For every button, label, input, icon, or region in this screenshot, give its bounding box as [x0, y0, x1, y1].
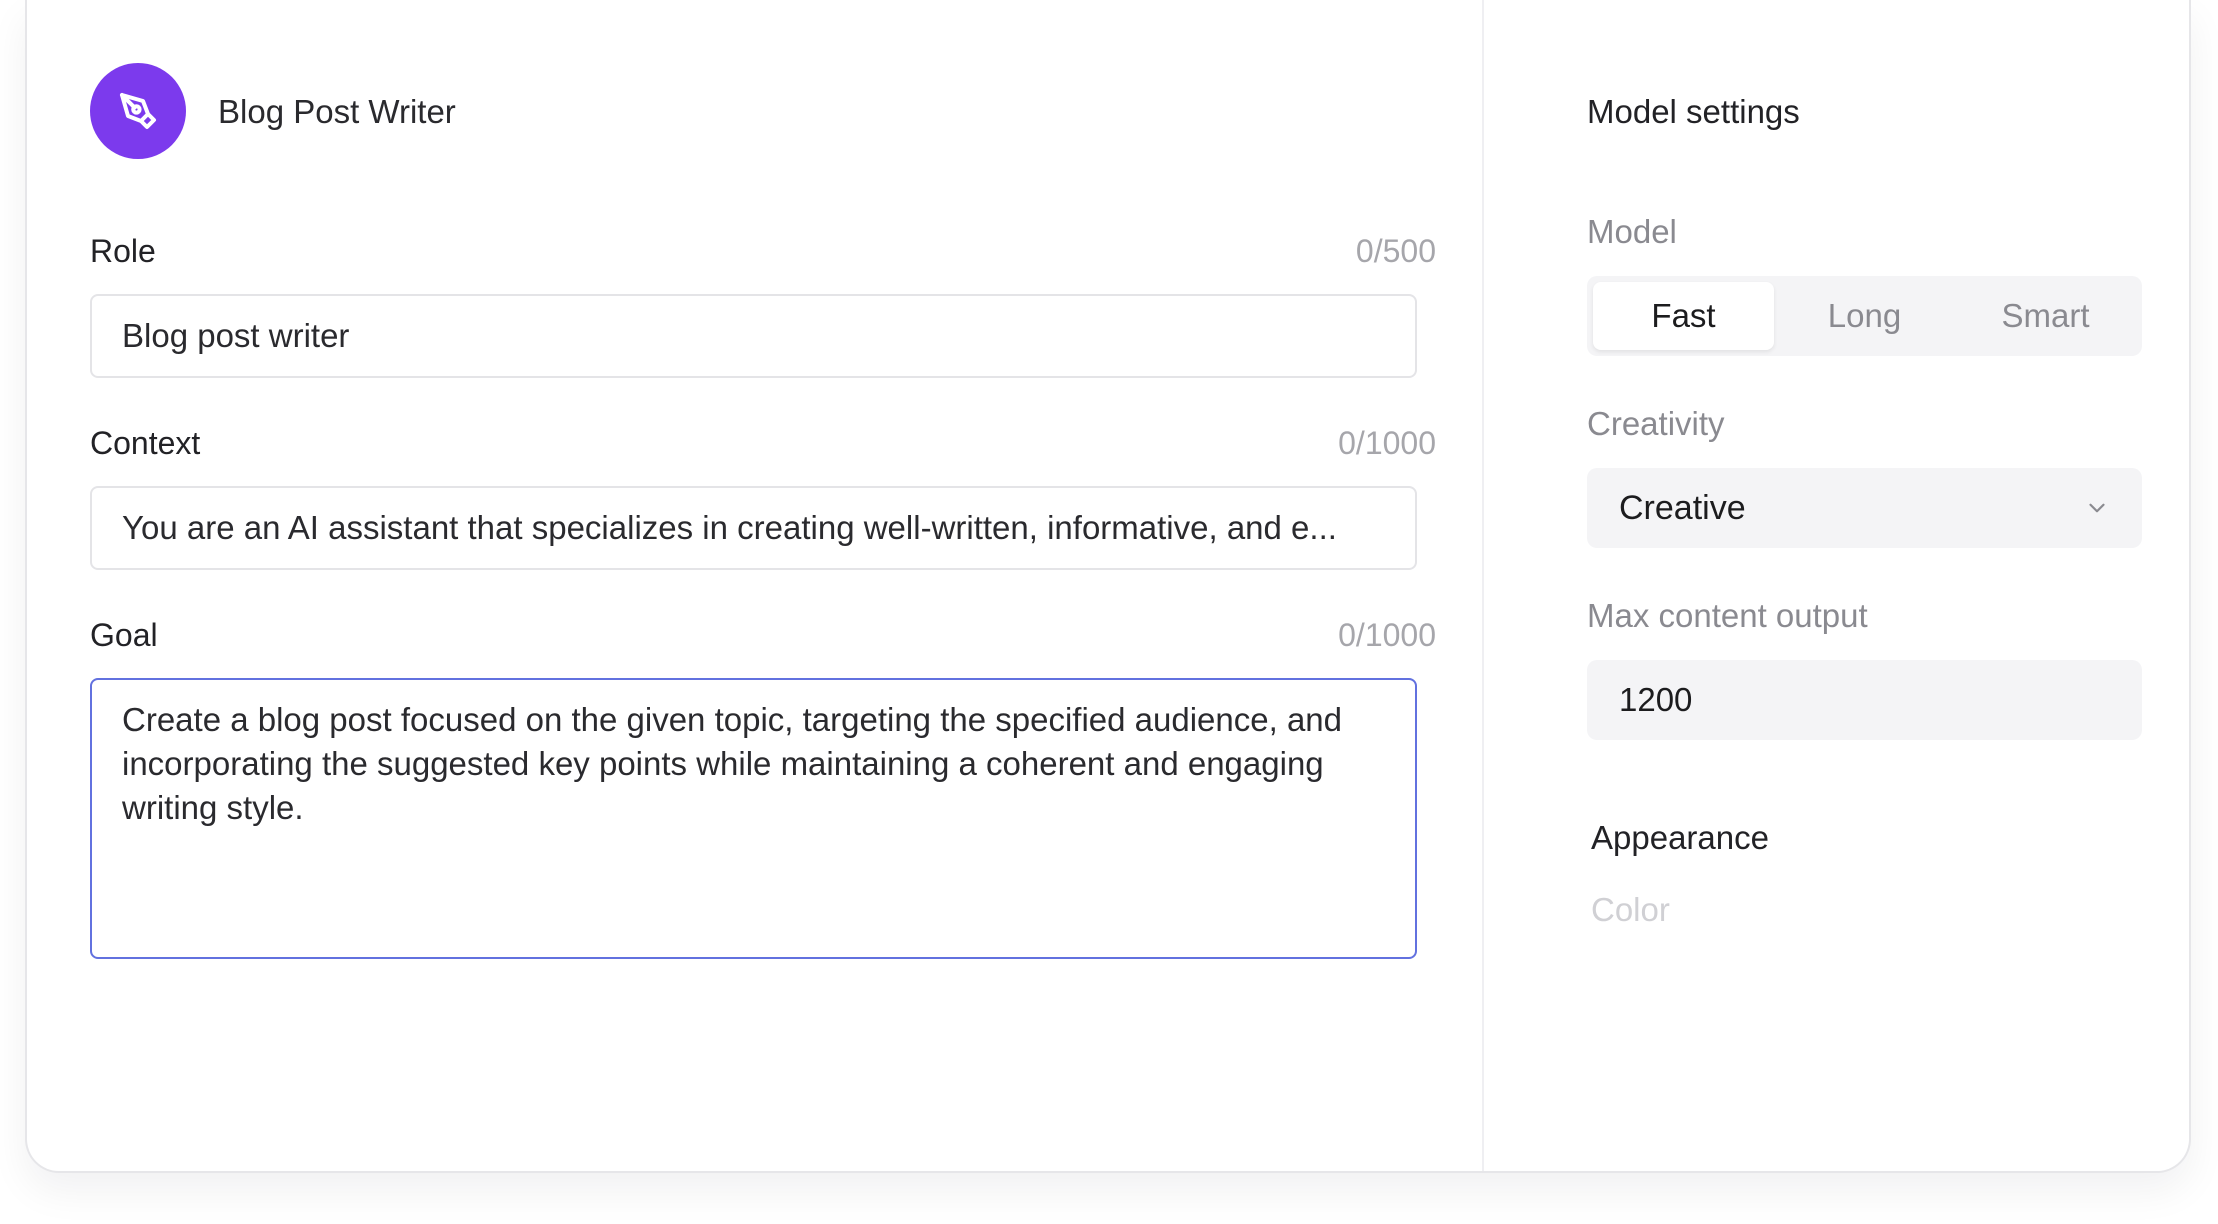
creativity-label: Creativity: [1587, 405, 1725, 442]
goal-textarea[interactable]: Create a blog post focused on the given …: [90, 678, 1417, 959]
goal-label: Goal: [90, 617, 158, 653]
creativity-select[interactable]: Creative: [1587, 468, 2142, 548]
context-counter: 0/1000: [1338, 425, 1436, 461]
role-counter: 0/500: [1355, 233, 1436, 269]
pen-nib-icon: [120, 93, 156, 129]
appearance-title: Appearance: [1591, 819, 1769, 856]
model-settings-title: Model settings: [1587, 93, 1800, 130]
context-input[interactable]: You are an AI assistant that specializes…: [90, 486, 1417, 570]
assistant-editor-card: Blog Post Writer Role 0/500 Blog post wr…: [25, 0, 2191, 1173]
model-option-smart[interactable]: Smart: [1955, 282, 2136, 350]
role-input[interactable]: Blog post writer: [90, 294, 1417, 378]
model-option-long[interactable]: Long: [1774, 282, 1955, 350]
context-label: Context: [90, 425, 201, 461]
max-output-label: Max content output: [1587, 597, 1868, 634]
model-option-fast[interactable]: Fast: [1593, 282, 1774, 350]
assistant-title: Blog Post Writer: [218, 93, 456, 130]
panel-divider: [1482, 0, 1484, 1171]
color-label: Color: [1591, 891, 1670, 928]
goal-counter: 0/1000: [1338, 617, 1436, 653]
creativity-value: Creative: [1619, 488, 1746, 527]
model-segmented-control: Fast Long Smart: [1587, 276, 2142, 356]
max-output-input[interactable]: 1200: [1587, 660, 2142, 740]
model-label: Model: [1587, 213, 1677, 250]
chevron-down-icon: [2089, 503, 2105, 513]
role-label: Role: [90, 233, 156, 269]
assistant-avatar[interactable]: [90, 63, 186, 159]
